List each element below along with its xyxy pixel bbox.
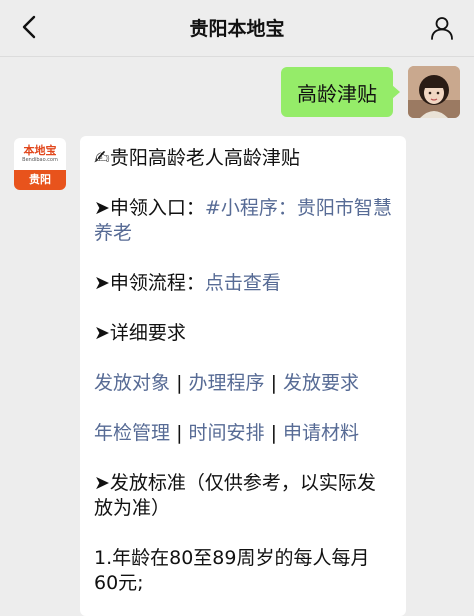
writing-hand-icon: ✍ [94,147,110,169]
link-requirements[interactable]: 发放要求 [283,372,359,394]
details-label: ➤详细要求 [94,322,186,344]
profile-button[interactable] [426,12,458,44]
user-avatar[interactable] [408,66,460,118]
logo-main-text: 本地宝 [23,143,57,157]
standard-item-1: 1.年龄在80至89周岁的每人每月60元; [94,547,370,594]
apply-entry-line: ➤申领入口：#小程序：贵阳市智慧养老 [94,196,392,246]
apply-flow-line: ➤申领流程：点击查看 [94,271,392,296]
apply-flow-link[interactable]: 点击查看 [205,272,281,294]
outgoing-message-bubble[interactable]: 高龄津贴 [281,67,400,117]
outgoing-message-text: 高龄津贴 [297,81,377,106]
incoming-message-bubble: ✍贵阳高龄老人高龄津贴 ➤申领入口：#小程序：贵阳市智慧养老 ➤申领流程：点击查… [80,136,406,616]
person-icon [431,17,453,40]
details-links-row-1: 发放对象 | 办理程序 | 发放要求 [94,372,360,394]
link-annual-review[interactable]: 年检管理 [94,422,170,444]
message-heading: ✍贵阳高龄老人高龄津贴 [94,147,300,169]
details-links-row-2: 年检管理 | 时间安排 | 申请材料 [94,422,360,444]
top-bar: 贵阳本地宝 [0,0,474,57]
user-avatar-image [408,66,460,118]
chat-title: 贵阳本地宝 [189,18,285,40]
apply-flow-label: ➤申领流程： [94,272,205,294]
standard-label: ➤发放标准（仅供参考，以实际发放为准） [94,472,376,519]
logo-sub-text: Bendibao.com [22,156,58,163]
link-schedule[interactable]: 时间安排 [189,422,265,444]
bot-avatar[interactable]: 本地宝 Bendibao.com 贵阳 [14,138,66,190]
link-procedure[interactable]: 办理程序 [189,372,265,394]
link-materials[interactable]: 申请材料 [283,422,359,444]
apply-entry-label: ➤申领入口： [94,197,205,219]
bendibao-logo: 本地宝 Bendibao.com [14,138,66,170]
logo-city-text: 贵阳 [14,170,66,190]
link-recipients[interactable]: 发放对象 [94,372,170,394]
